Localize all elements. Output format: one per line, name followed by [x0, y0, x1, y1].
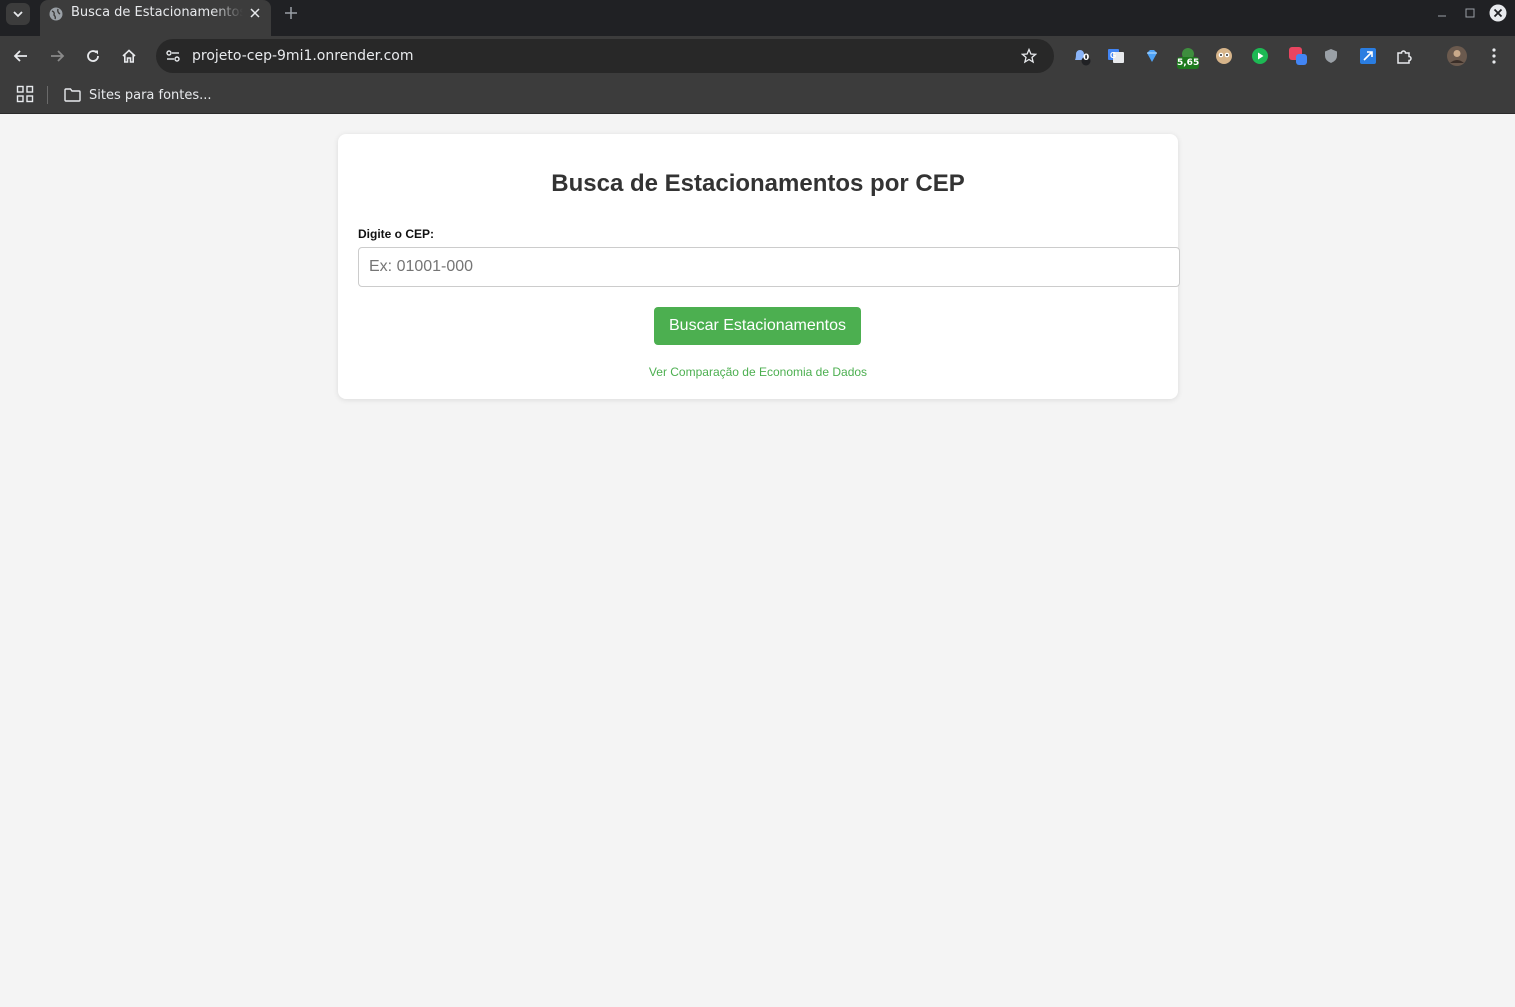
search-parking-button[interactable]: Buscar Estacionamentos: [654, 307, 861, 345]
bookmarks-bar: Sites para fontes...: [0, 76, 1515, 114]
new-tab-button[interactable]: [280, 2, 302, 24]
star-icon: [1021, 48, 1037, 64]
window-close-icon: [1489, 4, 1507, 22]
extension-price-badge: 5,65: [1177, 57, 1200, 69]
kebab-menu-icon: [1492, 48, 1496, 64]
bookmark-folder-label: Sites para fontes...: [89, 87, 212, 103]
folder-icon: [64, 88, 81, 102]
address-bar[interactable]: projeto-cep-9mi1.onrender.com: [156, 39, 1054, 73]
forward-button[interactable]: [45, 44, 69, 68]
diamond-icon: [1147, 50, 1157, 62]
tab-title: Busca de Estacionamentos por CEP: [71, 5, 243, 20]
site-info-button[interactable]: [164, 47, 182, 65]
bookmark-star-button[interactable]: [1020, 47, 1038, 65]
extension-notifications[interactable]: 0: [1070, 45, 1092, 67]
home-icon: [122, 49, 136, 63]
tab-search-button[interactable]: [6, 3, 30, 25]
window-close-button[interactable]: [1489, 4, 1507, 22]
close-icon: [250, 8, 260, 18]
extension-gem[interactable]: [1141, 45, 1163, 67]
plus-icon: [285, 7, 297, 19]
extensions-menu-button[interactable]: [1393, 45, 1415, 67]
home-button[interactable]: [117, 44, 141, 68]
profile-avatar[interactable]: [1446, 45, 1468, 67]
extension-shield[interactable]: [1320, 45, 1342, 67]
forward-arrow-icon: [51, 50, 65, 62]
translate-icon: G: [1108, 49, 1124, 63]
search-card: Busca de Estacionamentos por CEP Digite …: [338, 134, 1180, 399]
apps-grid-icon[interactable]: [16, 85, 34, 103]
tab-strip: Busca de Estacionamentos por CEP: [0, 0, 1515, 36]
svg-text:G: G: [1110, 51, 1116, 60]
play-icon: [1252, 48, 1268, 64]
browser-menu-button[interactable]: [1483, 45, 1505, 67]
extension-translate[interactable]: G: [1105, 45, 1127, 67]
bookmark-folder[interactable]: Sites para fontes...: [64, 84, 212, 106]
extension-redirect[interactable]: [1357, 45, 1379, 67]
face-icon: [1216, 48, 1232, 64]
maximize-button[interactable]: [1461, 4, 1479, 22]
external-link-icon: [1360, 48, 1376, 64]
bookmarks-separator: [47, 86, 48, 104]
camera-icon: [1289, 47, 1307, 65]
url-text[interactable]: projeto-cep-9mi1.onrender.com: [192, 48, 414, 64]
data-economy-comparison-link[interactable]: Ver Comparação de Economia de Dados: [338, 365, 1178, 379]
avatar-icon: [1447, 46, 1467, 66]
minimize-button[interactable]: [1433, 4, 1451, 22]
chevron-down-icon: [13, 11, 23, 18]
minimize-icon: [1438, 15, 1446, 17]
browser-tab-active[interactable]: Busca de Estacionamentos por CEP: [40, 0, 271, 36]
extension-count-badge: 0: [1083, 53, 1090, 63]
puzzle-icon: [1397, 50, 1412, 64]
back-button[interactable]: [9, 44, 33, 68]
shield-icon: [1325, 49, 1337, 63]
cep-label: Digite o CEP:: [358, 227, 435, 241]
browser-toolbar: projeto-cep-9mi1.onrender.com 0 G: [0, 36, 1515, 76]
tab-close-button[interactable]: [246, 4, 264, 22]
page-title: Busca de Estacionamentos por CEP: [551, 170, 965, 197]
maximize-icon: [1465, 8, 1475, 18]
extension-reader[interactable]: [1213, 45, 1235, 67]
site-info-icon: [166, 50, 180, 62]
reload-button[interactable]: [81, 44, 105, 68]
extension-player[interactable]: [1249, 45, 1271, 67]
reload-icon: [87, 50, 99, 62]
cep-input[interactable]: [358, 247, 1180, 287]
globe-icon: [49, 7, 63, 21]
back-arrow-icon: [13, 50, 27, 62]
extension-screenshot[interactable]: [1287, 45, 1309, 67]
